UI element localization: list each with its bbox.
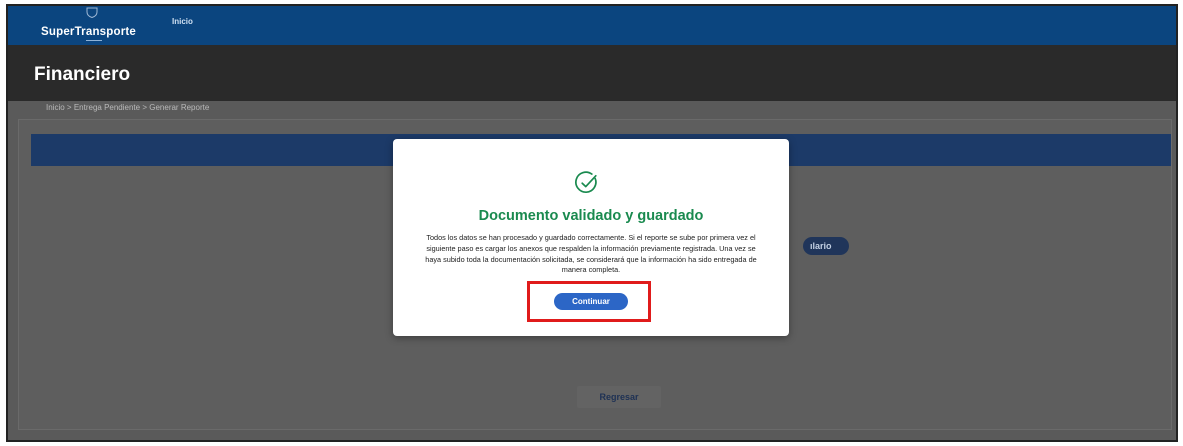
nav-link-inicio[interactable]: Inicio — [172, 17, 193, 26]
breadcrumb-item-generar-reporte[interactable]: Generar Reporte — [149, 103, 209, 112]
success-modal: Documento validado y guardado Todos los … — [393, 139, 789, 336]
top-nav-bar: SuperTransporte Inicio — [8, 6, 1176, 45]
continue-button[interactable]: Continuar — [554, 293, 628, 310]
modal-message: Todos los datos se han procesado y guard… — [403, 233, 779, 276]
modal-message-line: siguiente paso es cargar los anexos que … — [426, 243, 756, 253]
breadcrumb-item-inicio[interactable]: Inicio — [46, 103, 65, 112]
page-title: Financiero — [34, 64, 131, 85]
back-button[interactable]: Regresar — [577, 386, 661, 408]
background-form-button[interactable]: ılario — [803, 237, 849, 255]
shield-icon — [86, 7, 98, 18]
modal-message-line: haya subido toda la documentación solici… — [425, 254, 757, 264]
breadcrumb-separator: > — [66, 103, 74, 112]
page-header: Financiero — [8, 45, 1176, 101]
modal-message-line: manera completa. — [561, 265, 621, 275]
logo-underline — [86, 40, 102, 41]
check-circle-icon — [575, 171, 597, 193]
breadcrumb-item-entrega-pendiente[interactable]: Entrega Pendiente — [74, 103, 140, 112]
breadcrumb: Inicio > Entrega Pendiente > Generar Rep… — [46, 103, 209, 112]
supertransporte-logo[interactable]: SuperTransporte — [38, 7, 148, 43]
modal-title: Documento validado y guardado — [478, 208, 704, 224]
modal-message-line: Todos los datos se han procesado y guard… — [426, 233, 756, 242]
logo-text: SuperTransporte — [41, 26, 137, 38]
